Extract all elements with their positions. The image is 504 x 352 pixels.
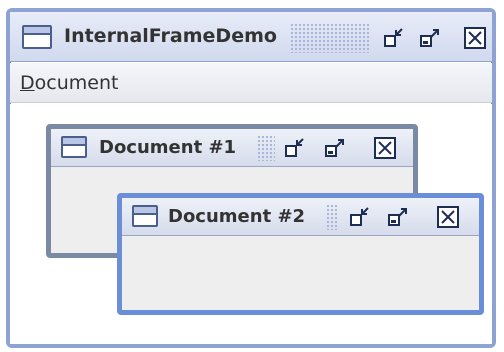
window-icon	[61, 136, 87, 158]
internal-frame-2-title: Document #2	[168, 206, 306, 227]
menu-document-mnemonic: D	[20, 72, 35, 94]
menu-document-label-rest: ocument	[34, 72, 119, 94]
internal-frame-1-title-bar[interactable]: Document #1	[51, 129, 413, 167]
iconify-icon	[384, 28, 403, 47]
menu-document[interactable]: Document	[20, 72, 118, 94]
desktop-pane: Document #1 Document #2	[10, 104, 492, 344]
internal-frame-1-title: Document #1	[99, 137, 237, 158]
close-icon	[374, 137, 396, 159]
iconify-icon	[350, 207, 369, 226]
maximize-button[interactable]	[323, 136, 347, 160]
menu-bar: Document	[10, 63, 492, 103]
main-window: InternalFrameDemo Document Document #1 D…	[6, 8, 496, 348]
window-icon	[132, 205, 158, 227]
iconify-icon	[285, 138, 304, 157]
iconify-button[interactable]	[382, 26, 406, 50]
title-bar-bumps	[290, 23, 370, 53]
close-button[interactable]	[436, 205, 460, 229]
main-window-title: InternalFrameDemo	[64, 25, 277, 47]
maximize-button[interactable]	[386, 205, 410, 229]
close-icon	[464, 27, 486, 49]
internal-frame-2-title-bar[interactable]: Document #2	[122, 198, 479, 236]
internal-frame-document-2[interactable]: Document #2	[117, 193, 484, 315]
close-button[interactable]	[373, 136, 397, 160]
iconify-button[interactable]	[283, 136, 307, 160]
iconify-button[interactable]	[348, 205, 372, 229]
main-title-bar[interactable]: InternalFrameDemo	[10, 12, 492, 62]
window-icon	[22, 25, 52, 49]
title-bar-bumps	[257, 135, 275, 161]
maximize-button[interactable]	[418, 26, 442, 50]
close-button[interactable]	[463, 26, 487, 50]
maximize-icon	[388, 208, 407, 226]
maximize-icon	[420, 29, 439, 47]
internal-frame-2-content	[122, 237, 479, 310]
title-bar-bumps	[326, 204, 338, 230]
maximize-icon	[325, 139, 344, 157]
close-icon	[437, 206, 459, 228]
